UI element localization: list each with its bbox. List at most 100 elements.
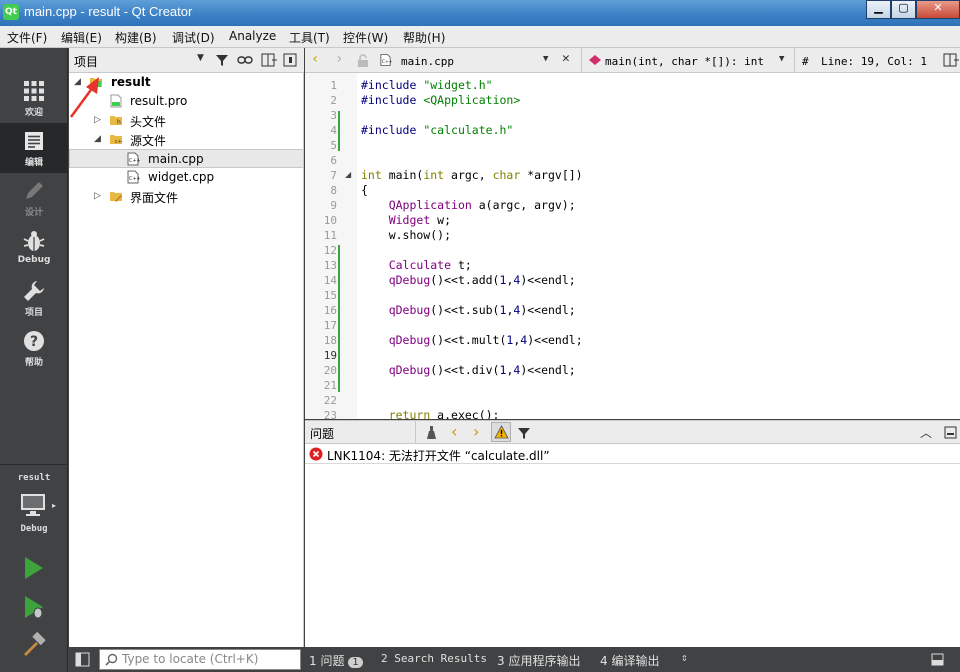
more-tabs-icon[interactable]: ⇕ [681,651,688,664]
code-line: #include "calculate.h" [361,123,514,137]
tree-item-forms[interactable]: ▷ 界面文件 [69,187,304,206]
cpp-file-icon: C++ [127,170,140,184]
debug-run-button[interactable] [21,594,47,620]
project-tree: ◢ result result.pro ▷ h 头文件 ◢ c++ 源文件 C+… [69,73,304,647]
bug-icon [23,231,45,251]
filter-icon[interactable] [517,426,531,440]
maximize-panel-icon[interactable]: ︿ [920,424,932,441]
dropdown-arrow-icon: ▼ [779,54,785,64]
lock-icon [358,54,368,67]
line-number: 20 [323,364,337,377]
expanded-arrow-icon[interactable]: ◢ [94,134,104,144]
svg-text:C++: C++ [129,176,140,182]
menu-file[interactable]: 文件(F) [7,29,47,46]
output-tab-issues[interactable]: 1 问题 1 [309,652,363,669]
current-symbol: main(int, char *[]): int [605,55,764,68]
project-panel-header: 项目 ▼ [69,48,304,73]
line-number: 18 [323,334,337,347]
locator-input[interactable]: Type to locate (Ctrl+K) [99,649,301,670]
split-icon[interactable] [261,53,277,67]
divider [415,421,416,445]
issue-row[interactable]: LNK1104: 无法打开文件 “calculate.dll” [305,444,960,464]
svg-text:?: ? [30,334,38,350]
close-button[interactable]: ✕ [916,0,960,19]
symbol-dropdown[interactable]: main(int, char *[]): int ▼ [587,51,791,70]
tree-item-label: 源文件 [130,134,167,148]
run-button[interactable] [21,555,47,581]
line-number: 9 [330,199,337,212]
menu-tools[interactable]: 工具(T) [289,29,330,46]
mode-label: 编辑 [24,158,43,168]
menu-help[interactable]: 帮助(H) [403,29,445,46]
tree-item-main-cpp[interactable]: C++ main.cpp [69,149,304,168]
issue-count-badge: 1 [348,657,363,668]
toggle-output-icon[interactable] [931,653,944,666]
menu-build[interactable]: 构建(B) [115,29,157,46]
kit-selector[interactable]: ▸ Debug [0,488,68,538]
editor-toolbar: ‹ › C++ main.cpp ▼ ✕ main(int, char *[])… [305,48,960,73]
close-panel-icon[interactable] [944,426,957,439]
maximize-button[interactable]: ▢ [891,0,916,19]
code-line: int main(int argc, char *argv[]) [361,168,583,182]
line-number-gutter: 1 2 3 4 5 6 7 8 9 10 11 12 13 14 15 16 17 18 19 20 21 22 23 [305,73,357,419]
mode-welcome[interactable]: 欢迎 [0,73,68,123]
mode-debug[interactable]: Debug [0,223,68,273]
tree-item-widget-cpp[interactable]: C++ widget.cpp [69,168,304,187]
svg-text:C++: C++ [129,158,140,164]
tab-number: 1 [309,654,317,668]
line-number: 4 [330,124,337,137]
encoding-hash[interactable]: # [802,55,809,68]
mode-projects[interactable]: 项目 [0,273,68,323]
next-item-icon[interactable]: › [473,422,479,441]
code-line: w.show(); [361,228,452,242]
line-number: 16 [323,304,337,317]
minimize-button[interactable]: ▁ [866,0,891,19]
code-line: return a.exec(); [388,408,500,419]
issues-panel-header: 问题 ‹ › ︿ [305,420,960,445]
cursor-position[interactable]: Line: 19, Col: 1 [821,55,927,68]
link-icon[interactable] [237,53,253,67]
forward-arrow-icon[interactable]: › [335,51,343,67]
mode-help[interactable]: ? 帮助 [0,323,68,373]
line-number: 6 [330,154,337,167]
output-tab-compile-output[interactable]: 4 编译输出 [600,652,659,669]
svg-text:h: h [117,119,121,126]
project-panel-title: 项目 [74,55,99,69]
clean-icon[interactable] [424,425,439,440]
mode-design[interactable]: 设计 [0,173,68,223]
qt-logo-icon: Qt [3,4,19,20]
line-number: 21 [323,379,337,392]
title-bar: Qt main.cpp - result - Qt Creator ▁ ▢ ✕ [0,0,960,26]
code-editor[interactable]: 1 2 3 4 5 6 7 8 9 10 11 12 13 14 15 16 17 18 19 20 21 22 23 #i… [305,73,960,419]
cpp-file-icon: C++ [380,53,392,67]
collapsed-arrow-icon[interactable]: ▷ [94,191,104,201]
edit-document-icon [25,132,43,150]
menu-analyze[interactable]: Analyze [229,29,276,43]
menu-widgets[interactable]: 控件(W) [343,29,388,46]
mode-label: Debug [17,255,51,265]
previous-item-icon[interactable]: ‹ [451,422,457,441]
build-button[interactable] [21,631,47,658]
wrench-icon [24,281,44,301]
output-tab-application-output[interactable]: 3 应用程序输出 [497,652,580,669]
window-title: main.cpp - result - Qt Creator [24,4,193,19]
warnings-toggle[interactable] [491,422,511,442]
close-document-icon[interactable]: ✕ [562,51,570,66]
mode-label: 项目 [24,308,43,318]
close-pane-icon[interactable] [283,53,297,67]
menu-edit[interactable]: 编辑(E) [61,29,102,46]
line-number: 14 [323,274,337,287]
fold-arrow-icon[interactable]: ◢ [345,170,351,179]
mode-edit[interactable]: 编辑 [0,123,68,173]
output-tab-search-results[interactable]: 2 Search Results [381,652,487,665]
tree-item-sources[interactable]: ◢ c++ 源文件 [69,130,304,149]
toggle-sidebar-icon[interactable] [75,652,90,667]
open-documents-dropdown[interactable]: C++ main.cpp ▼ [377,51,557,70]
monitor-icon [21,494,45,516]
split-icon[interactable] [943,53,959,67]
tree-item-label: main.cpp [148,152,204,166]
filter-icon[interactable] [215,53,229,67]
view-selector[interactable]: ▼ [149,51,209,69]
menu-debug[interactable]: 调试(D) [172,29,215,46]
back-arrow-icon[interactable]: ‹ [311,51,319,67]
